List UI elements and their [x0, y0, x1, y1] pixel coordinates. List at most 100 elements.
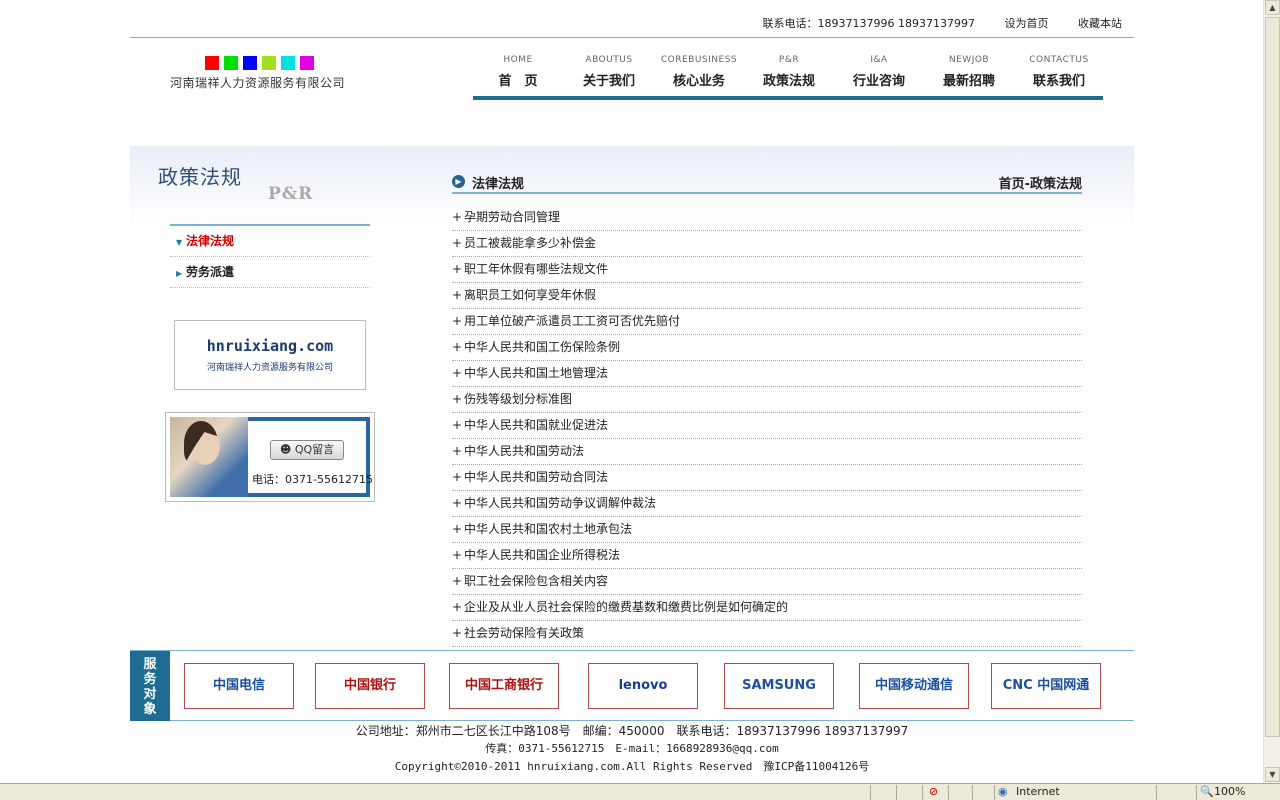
- list-item-link[interactable]: 离职员工如何享受年休假: [464, 288, 596, 302]
- partner-logo[interactable]: 中国银行: [315, 663, 425, 709]
- qq-message-button[interactable]: ☻ QQ留言: [270, 440, 344, 460]
- list-item-link[interactable]: 孕期劳动合同管理: [464, 210, 560, 224]
- nav-item-label: 政策法规: [762, 74, 815, 89]
- nav-item-label: 关于我们: [582, 74, 635, 89]
- nav-item-en: I&A: [870, 55, 888, 65]
- footer-address: 公司地址：郑州市二七区长江中路108号 邮编：450000 联系电话：18937…: [355, 724, 909, 738]
- vertical-scrollbar[interactable]: ▲ ▼: [1263, 0, 1280, 783]
- list-item[interactable]: + 员工被裁能拿多少补偿金: [452, 231, 1082, 257]
- plus-icon: +: [452, 314, 463, 328]
- list-item[interactable]: + 中华人民共和国劳动争议调解仲裁法: [452, 491, 1082, 517]
- article-list: + 孕期劳动合同管理 + 员工被裁能拿多少补偿金 + 职工年休假有哪些法规文件 + 离职员工如…: [452, 205, 1082, 647]
- partner-logo[interactable]: lenovo: [588, 663, 698, 709]
- bookmark-link[interactable]: 收藏本站: [1078, 17, 1122, 30]
- list-item[interactable]: + 中华人民共和国劳动法: [452, 439, 1082, 465]
- nav-item-home[interactable]: HOME 首 页: [473, 55, 563, 89]
- set-home-link[interactable]: 设为首页: [1005, 17, 1049, 30]
- list-item-link[interactable]: 中华人民共和国土地管理法: [464, 366, 608, 380]
- scroll-thumb[interactable]: [1265, 17, 1280, 737]
- list-item-link[interactable]: 用工单位破产派遣员工工资可否优先赔付: [464, 314, 680, 328]
- list-item[interactable]: + 中华人民共和国劳动合同法: [452, 465, 1082, 491]
- list-item[interactable]: + 职工年休假有哪些法规文件: [452, 257, 1082, 283]
- plus-icon: +: [452, 522, 463, 536]
- qq-contact-box: ☻ QQ留言 电话：0371-55612715: [165, 412, 375, 502]
- nav-item-aboutus[interactable]: ABOUTUS 关于我们: [564, 55, 654, 89]
- nav-item-ia[interactable]: I&A 行业咨询: [834, 55, 924, 89]
- content-header: ▶ 法律法规 首页-政策法规: [452, 172, 1082, 194]
- list-item-link[interactable]: 中华人民共和国劳动合同法: [464, 470, 608, 484]
- nav-item-en: COREBUSINESS: [660, 55, 738, 65]
- partner-logo[interactable]: 中国工商银行: [449, 663, 559, 709]
- partner-logo[interactable]: CNC 中国网通: [991, 663, 1101, 709]
- scroll-up-icon[interactable]: ▲: [1265, 0, 1280, 15]
- list-item-link[interactable]: 社会劳动保险有关政策: [464, 626, 584, 640]
- partner-logo[interactable]: 中国电信: [184, 663, 294, 709]
- partner-logo-text: 中国移动通信: [874, 678, 953, 693]
- list-item[interactable]: + 社会劳动保险有关政策: [452, 621, 1082, 647]
- security-zone: Internet: [1016, 785, 1060, 798]
- footer-fax-email: 传真：0371-55612715 E-mail：1668928936@qq.co…: [485, 742, 779, 755]
- list-item-link[interactable]: 中华人民共和国工伤保险条例: [464, 340, 620, 354]
- contact-phone: 联系电话：18937137996 18937137997: [762, 17, 975, 30]
- nav-item-label: 首 页: [498, 74, 538, 89]
- site-logo[interactable]: 河南瑞祥人力资源服务有限公司: [170, 56, 370, 91]
- sidebar-item-laws[interactable]: ▼ 法律法规: [170, 226, 370, 257]
- list-item[interactable]: + 孕期劳动合同管理: [452, 205, 1082, 231]
- list-item-link[interactable]: 中华人民共和国劳动争议调解仲裁法: [464, 496, 656, 510]
- content-title: 法律法规: [472, 177, 525, 192]
- scroll-down-icon[interactable]: ▼: [1265, 767, 1280, 782]
- list-item-link[interactable]: 企业及从业人员社会保险的缴费基数和缴费比例是如何确定的: [464, 600, 788, 614]
- list-item-link[interactable]: 职工社会保险包含相关内容: [464, 574, 608, 588]
- nav-item-label: 最新招聘: [942, 74, 995, 89]
- partner-logo-text: CNC 中国网通: [1002, 678, 1090, 693]
- protected-mode-icon[interactable]: [1156, 785, 1196, 800]
- list-item[interactable]: + 中华人民共和国就业促进法: [452, 413, 1082, 439]
- plus-icon: +: [452, 626, 463, 640]
- list-item[interactable]: + 职工社会保险包含相关内容: [452, 569, 1082, 595]
- plus-icon: +: [452, 366, 463, 380]
- logo-square: [224, 56, 238, 70]
- partner-logo[interactable]: 中国移动通信: [859, 663, 969, 709]
- list-item-link[interactable]: 中华人民共和国农村土地承包法: [464, 522, 632, 536]
- list-item[interactable]: + 中华人民共和国土地管理法: [452, 361, 1082, 387]
- list-item[interactable]: + 中华人民共和国企业所得税法: [452, 543, 1082, 569]
- banner-domain: hnruixiang.com: [206, 337, 334, 355]
- list-item-link[interactable]: 中华人民共和国企业所得税法: [464, 548, 620, 562]
- nav-item-corebusiness[interactable]: COREBUSINESS 核心业务: [654, 55, 744, 89]
- partner-logo-text: 中国工商银行: [464, 678, 543, 693]
- list-item[interactable]: + 离职员工如何享受年休假: [452, 283, 1082, 309]
- logo-square: [262, 56, 276, 70]
- plus-icon: +: [452, 236, 463, 250]
- list-item-link[interactable]: 员工被裁能拿多少补偿金: [464, 236, 596, 250]
- nav-item-contactus[interactable]: CONTACTUS 联系我们: [1014, 55, 1104, 89]
- partner-logo[interactable]: SAMSUNG: [724, 663, 834, 709]
- triangle-right-icon: ▶: [176, 269, 183, 278]
- nav-item-newjob[interactable]: NEWJOB 最新招聘: [924, 55, 1014, 89]
- plus-icon: +: [452, 548, 463, 562]
- footer-copyright: Copyright©2010-2011 hnruixiang.com.All R…: [394, 760, 870, 773]
- list-item-link[interactable]: 中华人民共和国劳动法: [464, 444, 584, 458]
- list-item[interactable]: + 企业及从业人员社会保险的缴费基数和缴费比例是如何确定的: [452, 595, 1082, 621]
- qq-penguin-icon: ☻: [279, 443, 292, 456]
- list-item[interactable]: + 用工单位破产派遣员工工资可否优先赔付: [452, 309, 1082, 335]
- plus-icon: +: [452, 470, 463, 484]
- list-item[interactable]: + 伤残等级划分标准图: [452, 387, 1082, 413]
- nav-item-en: ABOUTUS: [585, 55, 633, 65]
- domain-banner[interactable]: hnruixiang.com 河南瑞祥人力资源服务有限公司: [174, 320, 366, 390]
- list-item-link[interactable]: 中华人民共和国就业促进法: [464, 418, 608, 432]
- sidebar-item-dispatch[interactable]: ▶ 劳务派遣: [170, 257, 370, 288]
- list-item-link[interactable]: 职工年休假有哪些法规文件: [464, 262, 608, 276]
- nav-item-en: CONTACTUS: [1029, 55, 1089, 65]
- list-item-link[interactable]: 伤残等级划分标准图: [464, 392, 572, 406]
- company-name: 河南瑞祥人力资源服务有限公司: [170, 76, 346, 90]
- list-item[interactable]: + 中华人民共和国农村土地承包法: [452, 517, 1082, 543]
- logo-square: [300, 56, 314, 70]
- qq-button-label: QQ留言: [294, 443, 335, 456]
- plus-icon: +: [452, 392, 463, 406]
- nav-item-pr[interactable]: P&R 政策法规: [744, 55, 834, 89]
- breadcrumb: 首页-政策法规: [998, 177, 1082, 192]
- zoom-icon: 🔍: [1200, 785, 1214, 798]
- main-nav: HOME 首 页 ABOUTUS 关于我们 COREBUSINESS 核心业务 P&R 政策法…: [473, 55, 1103, 100]
- plus-icon: +: [452, 496, 463, 510]
- list-item[interactable]: + 中华人民共和国工伤保险条例: [452, 335, 1082, 361]
